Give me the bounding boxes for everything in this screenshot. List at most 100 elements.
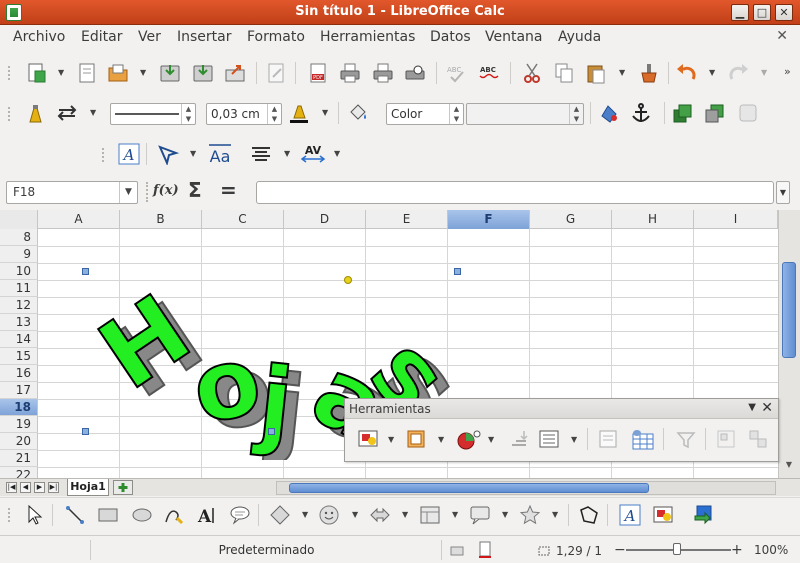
chevron-down-icon[interactable]: ▼ [402, 511, 410, 519]
row-header-21[interactable]: 21 [0, 450, 38, 467]
column-header-d[interactable]: D [284, 210, 366, 229]
toolbar-grip[interactable] [8, 107, 11, 121]
sheet-tab-hoja1[interactable]: Hoja1 [67, 479, 109, 496]
save-as-icon[interactable] [192, 62, 214, 84]
area-style-select[interactable]: Color ▲ ▼ [386, 103, 464, 125]
chevron-down-icon[interactable]: ▼ [119, 182, 137, 203]
sort-icon[interactable] [508, 428, 530, 450]
chevron-down-icon[interactable]: ▼ [58, 69, 66, 77]
row-header-15[interactable]: 15 [0, 348, 38, 365]
row-header-14[interactable]: 14 [0, 331, 38, 348]
group-icon[interactable] [715, 428, 737, 450]
row-header-19[interactable]: 19 [0, 416, 38, 433]
clone-formatting-icon[interactable] [638, 62, 660, 84]
extrusion-toggle-icon[interactable] [693, 504, 715, 526]
autocheck-spelling-icon[interactable]: ABC [478, 62, 500, 84]
spin-arrows-icon[interactable]: ▲ ▼ [449, 104, 463, 124]
chevron-down-icon[interactable]: ▼ [709, 69, 717, 77]
expand-formula-bar-button[interactable]: ▼ [776, 181, 790, 204]
to-background-icon[interactable] [737, 102, 759, 124]
vertical-scroll-thumb[interactable] [782, 262, 796, 358]
line-width-spinbox[interactable]: 0,03 cm ▲ ▼ [206, 103, 282, 125]
select-pointer-icon[interactable] [24, 504, 46, 526]
export-pdf-icon[interactable]: PDF [307, 62, 329, 84]
chevron-down-icon[interactable]: ▼ [438, 436, 446, 444]
anchor-icon[interactable] [630, 102, 652, 124]
toolbar-menu-icon[interactable]: ▼ [748, 402, 756, 413]
chevron-down-icon[interactable]: ▼ [619, 69, 627, 77]
select-all-corner[interactable] [0, 210, 38, 229]
first-sheet-button[interactable]: |◀ [6, 482, 17, 493]
line-style-select[interactable]: ▲ ▼ [110, 103, 196, 125]
row-header-8[interactable]: 8 [0, 229, 38, 246]
menu-formato[interactable]: Formato [247, 29, 305, 45]
chevron-down-icon[interactable]: ▼ [352, 511, 360, 519]
insert-list-icon[interactable] [538, 428, 560, 450]
undo-icon[interactable] [675, 62, 697, 84]
column-header-g[interactable]: G [530, 210, 612, 229]
row-header-17[interactable]: 17 [0, 382, 38, 399]
data-sources-icon[interactable] [630, 428, 656, 450]
scroll-down-arrow-icon[interactable]: ▼ [782, 460, 796, 474]
resize-handle[interactable] [82, 268, 89, 275]
menu-ayuda[interactable]: Ayuda [558, 29, 601, 45]
text-box-icon[interactable]: A [196, 504, 218, 526]
template-icon[interactable] [76, 62, 98, 84]
insert-mode-icon[interactable] [450, 544, 464, 558]
line-tool-icon[interactable] [64, 504, 86, 526]
menu-ventana[interactable]: Ventana [485, 29, 543, 45]
close-document-button[interactable]: ✕ [776, 28, 788, 44]
minimize-button[interactable]: ▁ [731, 4, 749, 21]
save-icon[interactable] [159, 62, 181, 84]
bring-to-front-icon[interactable] [672, 102, 694, 124]
open-folder-icon[interactable] [107, 62, 129, 84]
menu-archivo[interactable]: Archivo [13, 29, 65, 45]
zoom-out-button[interactable]: − [614, 542, 626, 558]
spin-arrows-icon[interactable]: ▲ ▼ [569, 104, 583, 124]
chevron-down-icon[interactable]: ▼ [90, 109, 98, 117]
row-header-16[interactable]: 16 [0, 365, 38, 382]
close-window-button[interactable]: ✕ [775, 4, 793, 21]
print-direct-icon[interactable] [372, 62, 394, 84]
toolbar-grip[interactable] [8, 508, 11, 522]
form-icon[interactable] [597, 428, 619, 450]
print-preview-icon[interactable] [404, 62, 426, 84]
column-header-e[interactable]: E [366, 210, 448, 229]
name-box[interactable]: F18 ▼ [6, 181, 138, 204]
chevron-down-icon[interactable]: ▼ [140, 69, 148, 77]
line-color-icon[interactable] [288, 102, 310, 124]
fontwork-text-icon[interactable]: A [619, 504, 641, 526]
zoom-level[interactable]: 100% [754, 543, 788, 557]
symbol-shapes-icon[interactable] [318, 504, 340, 526]
resize-handle[interactable] [82, 428, 89, 435]
next-sheet-button[interactable]: ▶ [34, 482, 45, 493]
toolbar-grip[interactable] [8, 66, 11, 80]
line-style-icon[interactable] [24, 102, 46, 124]
menu-datos[interactable]: Datos [430, 29, 471, 45]
row-header-22[interactable]: 22 [0, 467, 38, 478]
row-header-13[interactable]: 13 [0, 314, 38, 331]
spellcheck-icon[interactable]: ABC [445, 62, 467, 84]
fontwork-character-spacing-icon[interactable]: AV [300, 143, 326, 165]
horizontal-scrollbar[interactable] [276, 481, 776, 495]
insert-chart-icon[interactable] [455, 428, 483, 450]
chevron-down-icon[interactable]: ▼ [761, 69, 769, 77]
send-email-icon[interactable] [224, 62, 246, 84]
function-wizard-icon[interactable]: f(x) [153, 183, 179, 198]
row-header-10[interactable]: 10 [0, 263, 38, 280]
last-sheet-button[interactable]: ▶| [48, 482, 59, 493]
insert-image-icon[interactable] [357, 428, 379, 450]
area-fill-bucket-icon[interactable] [347, 102, 369, 124]
formula-icon[interactable]: = [220, 178, 237, 202]
chevron-down-icon[interactable]: ▼ [571, 436, 579, 444]
toolbar-grip[interactable] [146, 182, 148, 202]
menu-insertar[interactable]: Insertar [177, 29, 232, 45]
spin-arrows-icon[interactable]: ▲ ▼ [267, 104, 281, 124]
menu-editar[interactable]: Editar [81, 29, 122, 45]
column-header-i[interactable]: I [694, 210, 778, 229]
horizontal-scroll-thumb[interactable] [289, 483, 649, 493]
ellipse-tool-icon[interactable] [131, 504, 153, 526]
column-header-b[interactable]: B [120, 210, 202, 229]
freeform-line-icon[interactable] [163, 504, 185, 526]
more-icon[interactable]: » [784, 66, 792, 77]
